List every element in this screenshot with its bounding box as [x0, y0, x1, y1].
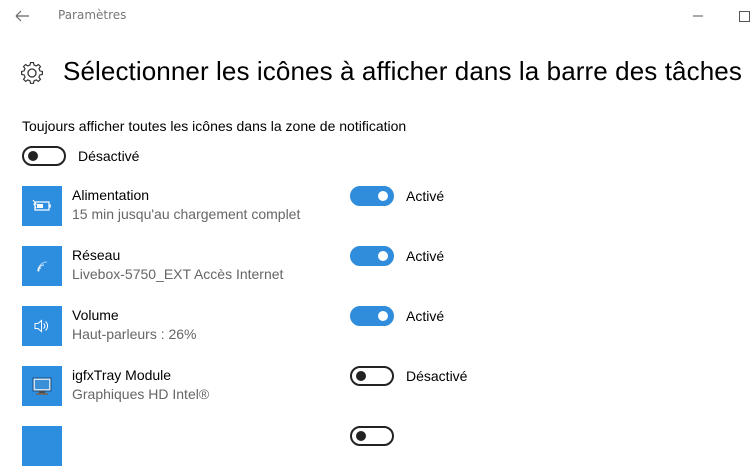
wifi-icon — [22, 246, 62, 286]
intel-graphics-icon — [22, 366, 62, 406]
toggle-knob — [356, 371, 366, 381]
igfxtray-toggle[interactable] — [350, 366, 394, 386]
item-subtitle: Haut-parleurs : 26% — [72, 326, 197, 342]
gear-icon — [18, 59, 46, 87]
item-name: Volume — [72, 307, 119, 323]
maximize-icon — [739, 11, 750, 22]
item-subtitle: Livebox-5750_EXT Accès Internet — [72, 266, 284, 282]
toggle-knob — [356, 431, 366, 441]
reseau-state: Activé — [406, 248, 445, 264]
toggle-knob — [378, 311, 388, 321]
maximize-button[interactable] — [734, 6, 754, 26]
item-name: Réseau — [72, 247, 121, 263]
reseau-toggle[interactable] — [350, 246, 394, 266]
page-title: Sélectionner les icônes à afficher dans … — [63, 56, 742, 86]
always-show-state: Désactivé — [78, 148, 140, 164]
minimize-button[interactable] — [688, 6, 708, 26]
item-subtitle: Graphiques HD Intel® — [72, 386, 210, 402]
alimentation-toggle[interactable] — [350, 186, 394, 206]
battery-icon — [22, 186, 62, 226]
minimize-icon — [693, 15, 703, 17]
toggle-knob — [28, 151, 38, 161]
item-name: Alimentation — [72, 187, 150, 203]
speaker-icon — [22, 306, 62, 346]
title-bar: Paramètres — [0, 0, 754, 32]
next-item-toggle[interactable] — [350, 426, 394, 446]
toggle-knob — [378, 251, 388, 261]
item-subtitle: 15 min jusqu'au chargement complet — [72, 206, 301, 222]
igfxtray-state: Désactivé — [406, 368, 468, 384]
back-button[interactable] — [10, 6, 34, 26]
volume-state: Activé — [406, 308, 445, 324]
next-item-icon — [22, 426, 62, 466]
volume-toggle[interactable] — [350, 306, 394, 326]
alimentation-state: Activé — [406, 188, 445, 204]
toggle-knob — [378, 191, 388, 201]
item-name: igfxTray Module — [72, 367, 172, 383]
always-show-label: Toujours afficher toutes les icônes dans… — [22, 118, 407, 134]
back-arrow-icon — [15, 10, 29, 22]
always-show-toggle[interactable] — [22, 146, 66, 166]
window-title: Paramètres — [58, 8, 127, 22]
